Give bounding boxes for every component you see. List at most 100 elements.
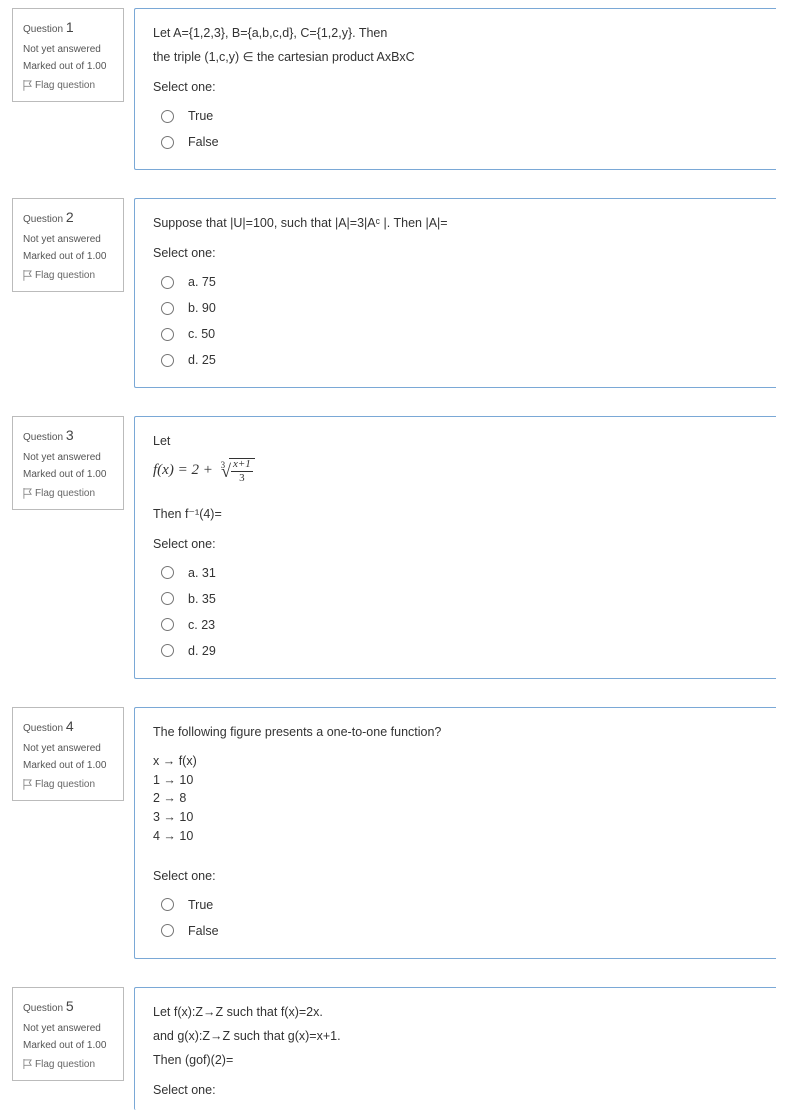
option-label: c. 50 [188, 324, 215, 344]
option-label: True [188, 895, 213, 915]
option-label: b. 90 [188, 298, 216, 318]
question-label: Question [23, 432, 63, 443]
option-radio[interactable] [161, 566, 174, 579]
option-row: a. 31 [161, 560, 758, 586]
option-radio[interactable] [161, 354, 174, 367]
select-one-label: Select one: [153, 77, 758, 97]
answer-status: Not yet answered [23, 741, 113, 756]
flag-icon [23, 779, 32, 790]
option-row: d. 25 [161, 347, 758, 373]
question-content: Let f(x) = 2 + 3 √ x+1 3 Then f⁻¹(4)= Se… [134, 416, 776, 679]
option-radio[interactable] [161, 898, 174, 911]
marks-label: Marked out of 1.00 [23, 758, 113, 773]
option-radio[interactable] [161, 618, 174, 631]
flag-question-link[interactable]: Flag question [23, 1057, 113, 1072]
mapping-row: 4 → 10 [153, 827, 758, 846]
fraction-denominator: 3 [239, 472, 245, 484]
option-label: d. 29 [188, 641, 216, 661]
select-one-label: Select one: [153, 1080, 758, 1100]
option-row: True [161, 103, 758, 129]
option-label: d. 25 [188, 350, 216, 370]
marks-label: Marked out of 1.00 [23, 59, 113, 74]
question-content: Suppose that |U|=100, such that |A|=3|Aᶜ… [134, 198, 776, 388]
option-row: True [161, 892, 758, 918]
select-one-label: Select one: [153, 243, 758, 263]
question-text-line: Let A={1,2,3}, B={a,b,c,d}, C={1,2,y}. T… [153, 23, 758, 43]
flag-icon [23, 1059, 32, 1070]
formula-prefix: f(x) = 2 + [153, 462, 217, 478]
option-label: True [188, 106, 213, 126]
option-row: c. 23 [161, 612, 758, 638]
option-row: a. 75 [161, 269, 758, 295]
answer-status: Not yet answered [23, 42, 113, 57]
option-label: False [188, 921, 219, 941]
answer-status: Not yet answered [23, 232, 113, 247]
question-4: Question 4 Not yet answered Marked out o… [12, 707, 776, 959]
option-label: False [188, 132, 219, 152]
flag-label: Flag question [35, 486, 95, 501]
marks-label: Marked out of 1.00 [23, 249, 113, 264]
option-row: b. 35 [161, 586, 758, 612]
option-row: b. 90 [161, 295, 758, 321]
flag-label: Flag question [35, 78, 95, 93]
flag-question-link[interactable]: Flag question [23, 268, 113, 283]
option-radio[interactable] [161, 136, 174, 149]
question-info: Question 2 Not yet answered Marked out o… [12, 198, 124, 292]
mapping-row: 2 → 8 [153, 789, 758, 808]
flag-icon [23, 488, 32, 499]
question-number: 3 [66, 427, 74, 443]
option-radio[interactable] [161, 644, 174, 657]
mapping-row: 1 → 10 [153, 771, 758, 790]
flag-label: Flag question [35, 777, 95, 792]
option-row: False [161, 918, 758, 944]
option-radio[interactable] [161, 592, 174, 605]
option-row: False [161, 129, 758, 155]
question-info: Question 4 Not yet answered Marked out o… [12, 707, 124, 801]
question-text-line: Suppose that |U|=100, such that |A|=3|Aᶜ… [153, 213, 758, 233]
question-label: Question [23, 1003, 63, 1014]
question-text-line: Then (gof)(2)= [153, 1050, 758, 1070]
option-radio[interactable] [161, 302, 174, 315]
question-text-line: Let f(x):Z→Z such that f(x)=2x. [153, 1002, 758, 1022]
question-content: The following figure presents a one-to-o… [134, 707, 776, 959]
question-text-line: the triple (1,c,y) ∈ the cartesian produ… [153, 47, 758, 67]
flag-question-link[interactable]: Flag question [23, 486, 113, 501]
mapping-row: x → f(x) [153, 752, 758, 771]
question-1: Question 1 Not yet answered Marked out o… [12, 8, 776, 170]
function-mapping: x → f(x) 1 → 10 2 → 8 3 → 10 4 → 10 [153, 752, 758, 846]
question-number: 4 [66, 718, 74, 734]
option-radio[interactable] [161, 110, 174, 123]
marks-label: Marked out of 1.00 [23, 1038, 113, 1053]
option-radio[interactable] [161, 328, 174, 341]
question-info: Question 5 Not yet answered Marked out o… [12, 987, 124, 1081]
option-label: c. 23 [188, 615, 215, 635]
question-text-pre: Let [153, 431, 758, 451]
mapping-row: 3 → 10 [153, 808, 758, 827]
question-content: Let f(x):Z→Z such that f(x)=2x. and g(x)… [134, 987, 776, 1110]
question-3: Question 3 Not yet answered Marked out o… [12, 416, 776, 679]
root-index: 3 [221, 458, 226, 472]
question-5: Question 5 Not yet answered Marked out o… [12, 987, 776, 1110]
question-label: Question [23, 24, 63, 35]
question-number: 5 [66, 998, 74, 1014]
option-row: d. 29 [161, 638, 758, 664]
option-radio[interactable] [161, 276, 174, 289]
question-info: Question 3 Not yet answered Marked out o… [12, 416, 124, 510]
question-text-line: The following figure presents a one-to-o… [153, 722, 758, 742]
question-2: Question 2 Not yet answered Marked out o… [12, 198, 776, 388]
question-info: Question 1 Not yet answered Marked out o… [12, 8, 124, 102]
option-row: c. 50 [161, 321, 758, 347]
answer-status: Not yet answered [23, 450, 113, 465]
option-radio[interactable] [161, 924, 174, 937]
select-one-label: Select one: [153, 534, 758, 554]
formula: f(x) = 2 + 3 √ x+1 3 [153, 457, 758, 486]
question-text-post: Then f⁻¹(4)= [153, 504, 758, 524]
question-content: Let A={1,2,3}, B={a,b,c,d}, C={1,2,y}. T… [134, 8, 776, 170]
fraction-numerator: x+1 [231, 459, 253, 472]
answer-status: Not yet answered [23, 1021, 113, 1036]
flag-question-link[interactable]: Flag question [23, 777, 113, 792]
option-label: a. 75 [188, 272, 216, 292]
question-number: 1 [66, 19, 74, 35]
option-label: b. 35 [188, 589, 216, 609]
flag-question-link[interactable]: Flag question [23, 78, 113, 93]
